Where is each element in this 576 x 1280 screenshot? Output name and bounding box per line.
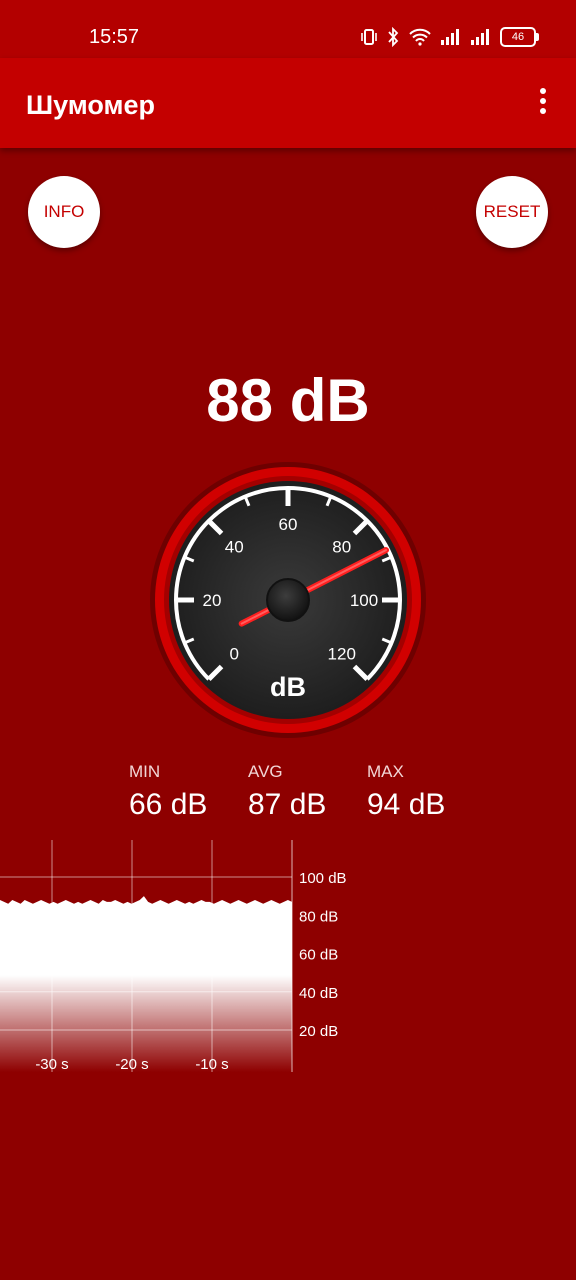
- y-tick-label: 40 dB: [299, 985, 338, 1002]
- info-button[interactable]: INFO: [28, 176, 100, 248]
- history-area: [0, 896, 292, 1072]
- signal-icon-2: [471, 29, 489, 45]
- stat-avg-label: AVG: [248, 762, 283, 781]
- reset-button[interactable]: RESET: [476, 176, 548, 248]
- gauge-tick-label: 100: [350, 591, 378, 610]
- signal-icon-1: [441, 29, 459, 45]
- sound-level-gauge: 0 20 40 60 80 100 120 dB: [150, 462, 426, 738]
- wifi-icon: [409, 28, 431, 46]
- status-time: 15:57: [89, 26, 140, 48]
- x-tick-label: -30 s: [35, 1056, 68, 1073]
- x-tick-label: -10 s: [195, 1056, 228, 1073]
- gauge-tick-label: 120: [328, 645, 356, 664]
- stat-avg: AVG 87 dB: [248, 762, 326, 822]
- gauge-tick-label: 20: [203, 591, 222, 610]
- gauge-unit-label: dB: [270, 672, 306, 702]
- app-bar: Шумомер: [0, 58, 576, 148]
- gauge-tick-label: 40: [225, 537, 244, 556]
- stat-max-value: 94 dB: [367, 788, 446, 821]
- gauge-hub: [266, 578, 310, 622]
- stat-min-label: MIN: [129, 762, 161, 781]
- stat-min: MIN 66 dB: [129, 762, 207, 822]
- overflow-menu-icon[interactable]: [536, 88, 550, 120]
- stat-min-value: 66 dB: [129, 788, 208, 821]
- app-title: Шумомер: [26, 90, 156, 120]
- battery-icon: 46: [500, 27, 539, 47]
- status-bar: 15:57 46: [0, 0, 576, 58]
- y-tick-label: 60 dB: [299, 947, 338, 964]
- y-tick-label: 80 dB: [299, 908, 338, 925]
- x-tick-label: -20 s: [115, 1056, 148, 1073]
- gauge-tick-label: 0: [230, 645, 239, 664]
- y-tick-label: 20 dB: [299, 1023, 338, 1040]
- gauge-tick-label: 80: [332, 537, 351, 556]
- gauge-tick-label: 60: [279, 515, 298, 534]
- history-chart: 100 dB 80 dB 60 dB 40 dB 20 dB -30 s -20 s -10 …: [0, 840, 347, 1073]
- y-tick-label: 100 dB: [299, 870, 347, 887]
- stat-avg-value: 87 dB: [248, 788, 327, 821]
- vibrate-icon: [361, 29, 377, 45]
- bluetooth-icon: [388, 27, 399, 47]
- stat-max: MAX 94 dB: [367, 762, 445, 822]
- status-icons: 46: [360, 24, 539, 50]
- stat-max-label: MAX: [367, 762, 404, 781]
- current-reading: 88 dB: [206, 367, 370, 434]
